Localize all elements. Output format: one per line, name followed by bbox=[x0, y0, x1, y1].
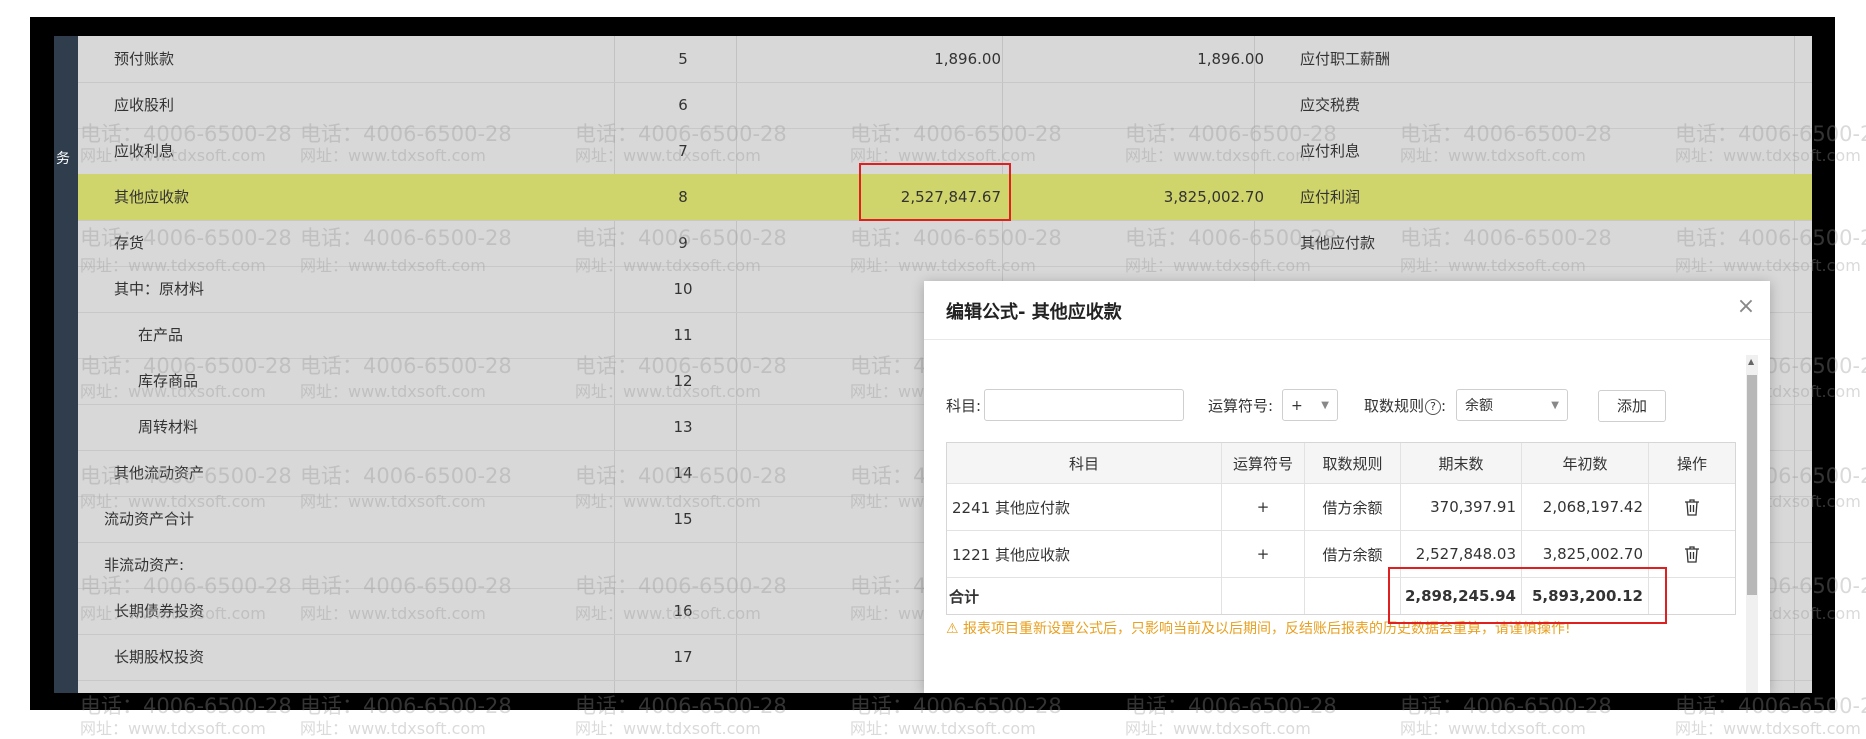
row-rule: 借方余额 bbox=[1305, 531, 1401, 577]
row-liability-name: 其他应付款 bbox=[1300, 234, 1376, 252]
chevron-down-icon: ▼ bbox=[1321, 400, 1329, 411]
warning-icon: ⚠ bbox=[946, 621, 959, 637]
highlight-box-end-value bbox=[859, 163, 1011, 221]
row-number: 12 bbox=[673, 372, 693, 390]
edit-formula-dialog: 编辑公式- 其他应收款 × 科目: 运算符号: + ▼ 取数规则?: 余额 ▼ … bbox=[924, 281, 1770, 693]
row-name: 周转材料 bbox=[138, 418, 199, 436]
dialog-header: 编辑公式- 其他应收款 × bbox=[924, 281, 1770, 340]
row-number: 15 bbox=[673, 510, 693, 528]
close-icon[interactable]: × bbox=[1734, 295, 1758, 319]
header-operator: 运算符号 bbox=[1222, 443, 1305, 483]
header-end-value: 期末数 bbox=[1401, 443, 1522, 483]
operator-label: 运算符号: bbox=[1208, 397, 1274, 415]
trash-icon[interactable] bbox=[1684, 498, 1700, 516]
dialog-title: 编辑公式- 其他应收款 bbox=[946, 302, 1122, 323]
trash-icon[interactable] bbox=[1684, 545, 1700, 563]
row-number: 6 bbox=[678, 96, 688, 114]
row-liability-name: 应交税费 bbox=[1300, 96, 1361, 114]
header-start-value: 年初数 bbox=[1522, 443, 1649, 483]
operator-select[interactable]: + ▼ bbox=[1282, 389, 1338, 421]
row-number: 13 bbox=[673, 418, 693, 436]
watermark-text: 网址：www.tdxsoft.com bbox=[1400, 719, 1586, 738]
row-start-value bbox=[1028, 82, 1264, 128]
header-subject: 科目 bbox=[947, 443, 1222, 483]
row-number: 17 bbox=[673, 648, 693, 666]
add-button[interactable]: 添加 bbox=[1598, 390, 1666, 422]
rule-label: 取数规则?: bbox=[1364, 389, 1446, 423]
row-name: 存货 bbox=[114, 234, 145, 252]
sidebar-label: 务 bbox=[56, 151, 70, 167]
row-end-value bbox=[768, 82, 1001, 128]
row-rule: 借方余额 bbox=[1305, 484, 1401, 530]
watermark-text: 网址：www.tdxsoft.com bbox=[80, 719, 266, 738]
watermark-text: 网址：www.tdxsoft.com bbox=[850, 719, 1036, 738]
table-row[interactable]: 存货 9 其他应付款 bbox=[78, 220, 1812, 267]
row-name: 其他应收款 bbox=[114, 188, 190, 206]
row-number: 11 bbox=[673, 326, 693, 344]
row-subject: 1221 其他应收款 bbox=[947, 531, 1222, 577]
highlight-box-total bbox=[1388, 567, 1667, 624]
row-number: 14 bbox=[673, 464, 693, 482]
row-name: 长期债券投资 bbox=[114, 602, 205, 620]
watermark-text: 网址：www.tdxsoft.com bbox=[1125, 719, 1311, 738]
row-number: 16 bbox=[673, 602, 693, 620]
row-name: 在产品 bbox=[138, 326, 184, 344]
row-name: 应收利息 bbox=[114, 142, 175, 160]
row-liability-name: 应付利息 bbox=[1300, 142, 1361, 160]
row-start-value bbox=[1028, 128, 1264, 174]
table-row: 2241 其他应付款 + 借方余额 370,397.91 2,068,197.4… bbox=[947, 484, 1735, 531]
row-name: 其中：原材料 bbox=[114, 280, 205, 298]
row-number: 8 bbox=[678, 188, 688, 206]
scroll-up-icon[interactable]: ▲ bbox=[1748, 357, 1754, 366]
subject-input[interactable] bbox=[984, 389, 1184, 421]
rule-label-suffix: : bbox=[1441, 397, 1447, 415]
row-number: 7 bbox=[678, 142, 688, 160]
row-end-value: 370,397.91 bbox=[1401, 484, 1522, 530]
table-row[interactable]: 预付账款 5 1,896.00 1,896.00 应付职工薪酬 bbox=[78, 36, 1812, 83]
row-start-value bbox=[1028, 220, 1264, 266]
row-number: 10 bbox=[673, 280, 693, 298]
total-operator bbox=[1222, 578, 1305, 614]
row-name: 应收股利 bbox=[114, 96, 175, 114]
row-subject: 2241 其他应付款 bbox=[947, 484, 1222, 530]
row-start-value: 1,896.00 bbox=[1197, 50, 1264, 68]
chevron-down-icon: ▼ bbox=[1551, 400, 1559, 411]
row-name: 库存商品 bbox=[138, 372, 199, 390]
header-action: 操作 bbox=[1676, 454, 1707, 473]
watermark-text: 网址：www.tdxsoft.com bbox=[575, 719, 761, 738]
rule-select[interactable]: 余额 ▼ bbox=[1456, 389, 1568, 421]
operator-value: + bbox=[1291, 398, 1303, 414]
row-name: 非流动资产: bbox=[104, 556, 185, 574]
row-start-value: 2,068,197.42 bbox=[1522, 484, 1649, 530]
row-operator: + bbox=[1222, 484, 1305, 530]
table-row[interactable]: 应收股利 6 应交税费 bbox=[78, 82, 1812, 129]
dialog-scrollbar[interactable]: ▲ bbox=[1746, 355, 1758, 693]
row-name: 其他流动资产 bbox=[114, 464, 205, 482]
total-rule bbox=[1305, 578, 1401, 614]
sidebar-strip: 务 bbox=[54, 36, 78, 693]
row-end-value: 1,896.00 bbox=[934, 50, 1001, 68]
total-label: 合计 bbox=[947, 578, 1222, 614]
row-name: 长期股权投资 bbox=[114, 648, 205, 666]
row-number: 5 bbox=[678, 50, 688, 68]
row-start-value: 3,825,002.70 bbox=[1163, 188, 1264, 206]
watermark-text: 网址：www.tdxsoft.com bbox=[300, 719, 486, 738]
row-operator: + bbox=[1222, 531, 1305, 577]
row-action bbox=[1649, 484, 1735, 530]
row-number: 9 bbox=[678, 234, 688, 252]
row-end-value bbox=[768, 220, 1001, 266]
scrollbar-thumb[interactable] bbox=[1747, 375, 1757, 595]
watermark-text: 网址：www.tdxsoft.com bbox=[1675, 719, 1861, 738]
help-icon[interactable]: ? bbox=[1425, 398, 1442, 415]
rule-label-text: 取数规则 bbox=[1364, 397, 1425, 415]
header-rule: 取数规则 bbox=[1305, 443, 1401, 483]
row-liability-name: 应付职工薪酬 bbox=[1300, 50, 1391, 68]
row-liability-name: 应付利润 bbox=[1300, 188, 1361, 206]
subject-label: 科目: bbox=[946, 397, 982, 415]
rule-value: 余额 bbox=[1465, 398, 1493, 414]
row-name: 预付账款 bbox=[114, 50, 175, 68]
table-header: 科目 运算符号 取数规则 期末数 年初数 操作 bbox=[947, 443, 1735, 484]
row-number bbox=[668, 542, 698, 588]
row-name: 流动资产合计 bbox=[104, 510, 195, 528]
